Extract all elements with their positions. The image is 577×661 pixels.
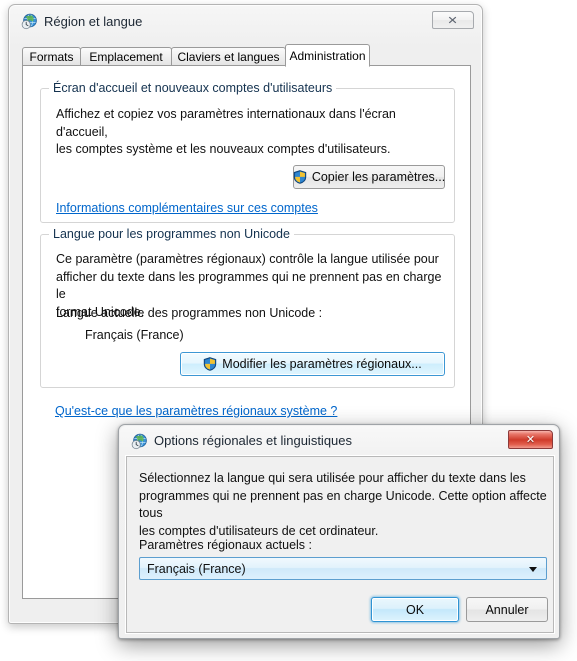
dialog-title: Options régionales et linguistiques (154, 433, 353, 448)
tab-administration[interactable]: Administration (285, 44, 370, 67)
regional-options-dialog: Options régionales et linguistiques ✕ Sé… (118, 424, 560, 639)
tab-label: Claviers et langues (177, 49, 280, 64)
cancel-button-label: Annuler (485, 602, 529, 617)
screen: Région et langue ✕ Formats Emplacement C… (0, 0, 577, 661)
group-welcome-description-line1: Affichez et copiez vos paramètres intern… (56, 107, 396, 139)
group-nonunicode-description-line2: afficher du texte dans les programmes qu… (56, 269, 442, 302)
tab-formats[interactable]: Formats (22, 47, 81, 66)
tab-label: Administration (289, 48, 366, 63)
tab-label: Formats (29, 49, 74, 64)
ok-button-label: OK (405, 602, 425, 617)
dialog-titlebar: Options régionales et linguistiques ✕ (120, 426, 558, 458)
tab-emplacement[interactable]: Emplacement (80, 47, 172, 66)
dialog-frame: Options régionales et linguistiques ✕ Sé… (120, 426, 558, 637)
cancel-button[interactable]: Annuler (466, 597, 548, 622)
tab-claviers-et-langues[interactable]: Claviers et langues (171, 47, 286, 66)
dialog-description-line2: programmes qui ne prennent pas en charge… (139, 488, 547, 521)
dialog-description-line1: Sélectionnez la langue qui sera utilisée… (139, 471, 526, 485)
locale-select[interactable]: Français (France) (139, 557, 547, 580)
locale-select-value: Français (France) (147, 561, 246, 576)
change-locale-button-label: Modifier les paramètres régionaux... (222, 357, 422, 371)
dialog-close-button[interactable]: ✕ (508, 430, 553, 449)
globe-clock-icon (21, 13, 37, 30)
copy-settings-button-label: Copier les paramètres... (311, 170, 446, 184)
group-welcome-screen: Écran d'accueil et nouveaux comptes d'ut… (40, 81, 455, 223)
what-is-system-locale-link[interactable]: Qu'est-ce que les paramètres régionaux s… (55, 404, 337, 418)
main-titlebar: Région et langue ✕ (10, 6, 481, 38)
globe-clock-icon (131, 433, 147, 450)
group-nonunicode-language: Langue pour les programmes non Unicode C… (40, 227, 455, 388)
chevron-down-icon (529, 566, 537, 572)
ok-button[interactable]: OK (371, 597, 459, 622)
copy-settings-button[interactable]: Copier les paramètres... (293, 165, 445, 189)
dialog-description: Sélectionnez la langue qui sera utilisée… (139, 470, 547, 540)
close-icon: ✕ (525, 433, 536, 446)
uac-shield-icon (204, 357, 217, 371)
tab-label: Emplacement (89, 49, 163, 64)
change-locale-button[interactable]: Modifier les paramètres régionaux... (180, 352, 445, 376)
group-nonunicode-legend: Langue pour les programmes non Unicode (49, 227, 294, 241)
group-welcome-description-line2: les comptes système et les nouveaux comp… (56, 142, 391, 156)
group-nonunicode-description-line1: Ce paramètre (paramètres régionaux) cont… (56, 252, 439, 266)
group-welcome-legend: Écran d'accueil et nouveaux comptes d'ut… (49, 81, 337, 95)
tab-strip: Formats Emplacement Claviers et langues … (22, 44, 469, 67)
main-window-close-button[interactable]: ✕ (432, 11, 474, 29)
more-info-accounts-link[interactable]: Informations complémentaires sur ces com… (56, 201, 318, 215)
main-window-title: Région et langue (44, 14, 143, 29)
close-icon: ✕ (447, 13, 459, 27)
group-welcome-description: Affichez et copiez vos paramètres intern… (56, 106, 446, 159)
current-locale-label: Paramètres régionaux actuels : (139, 538, 313, 552)
current-language-value: Français (France) (85, 328, 184, 342)
uac-shield-icon (293, 170, 307, 184)
dialog-content-panel: Sélectionnez la langue qui sera utilisée… (126, 456, 554, 633)
current-language-label: Langue actuelle des programmes non Unico… (56, 306, 323, 320)
